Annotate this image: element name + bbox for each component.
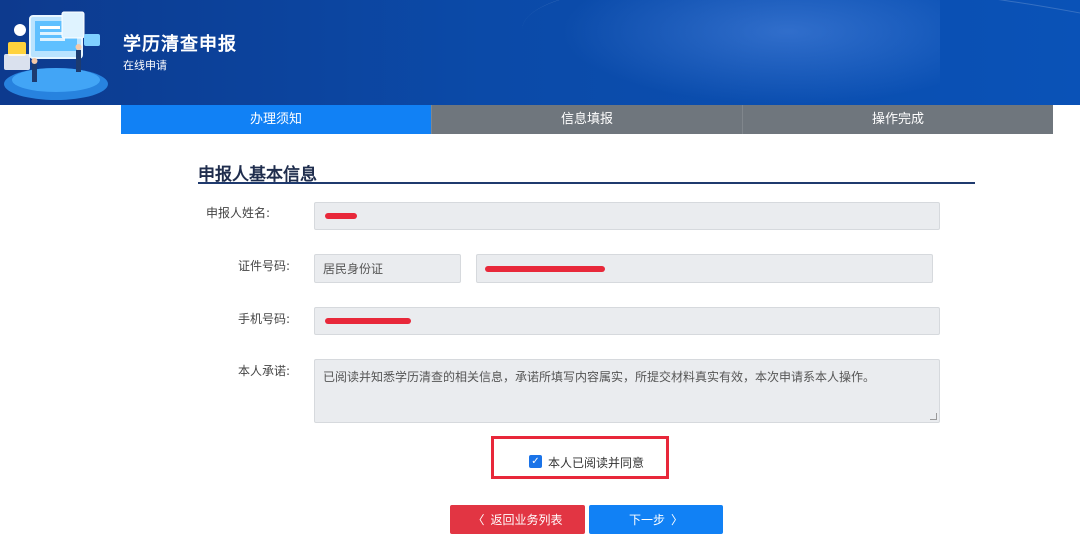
resize-grip-icon[interactable] bbox=[930, 413, 937, 420]
chevron-right-icon: 〉 bbox=[671, 513, 684, 527]
id-type-value: 居民身份证 bbox=[323, 262, 384, 276]
chevron-left-icon: 〈 bbox=[472, 513, 485, 527]
name-label: 申报人姓名: bbox=[205, 206, 270, 220]
phone-label: 手机号码: bbox=[237, 312, 290, 326]
step-complete: 操作完成 bbox=[742, 105, 1053, 134]
id-type-field[interactable]: 居民身份证 bbox=[314, 254, 461, 283]
back-button-label: 返回业务列表 bbox=[490, 513, 563, 527]
id-label: 证件号码: bbox=[237, 259, 290, 273]
promise-label: 本人承诺: bbox=[237, 364, 290, 378]
promise-textarea[interactable]: 已阅读并知悉学历清查的相关信息，承诺所填写内容属实，所提交材料真实有效，本次申请… bbox=[314, 359, 940, 423]
step-fill-info: 信息填报 bbox=[431, 105, 742, 134]
next-step-button[interactable]: 下一步 〉 bbox=[589, 505, 723, 534]
next-button-label: 下一步 bbox=[628, 513, 665, 527]
header-banner: 学历清查申报 在线申请 bbox=[0, 0, 1080, 105]
education-illustration-icon bbox=[4, 11, 108, 100]
section-divider bbox=[198, 182, 975, 184]
name-field[interactable] bbox=[314, 202, 940, 230]
redacted-name bbox=[325, 213, 357, 219]
agree-label[interactable]: 本人已阅读并同意 bbox=[548, 454, 644, 471]
phone-field[interactable] bbox=[314, 307, 940, 335]
promise-text: 已阅读并知悉学历清查的相关信息，承诺所填写内容属实，所提交材料真实有效，本次申请… bbox=[323, 370, 876, 384]
site-title: 学历清查申报 bbox=[123, 34, 237, 55]
site-subtitle: 在线申请 bbox=[123, 59, 167, 72]
redacted-id-number bbox=[485, 265, 605, 272]
step-bar: 办理须知 信息填报 操作完成 bbox=[121, 105, 1053, 134]
agree-checkbox[interactable]: ✓ bbox=[529, 455, 542, 468]
id-number-field[interactable] bbox=[476, 254, 933, 283]
redacted-phone bbox=[325, 318, 411, 324]
step-notice: 办理须知 bbox=[121, 105, 431, 134]
back-to-list-button[interactable]: 〈 返回业务列表 bbox=[450, 505, 585, 534]
